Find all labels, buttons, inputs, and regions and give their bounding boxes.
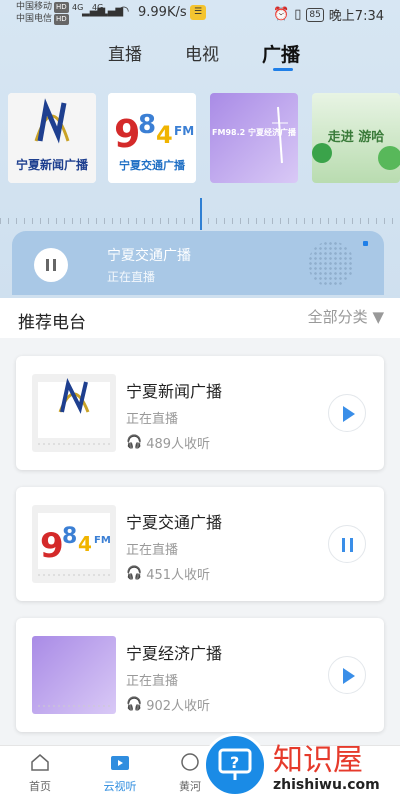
station-card-traffic[interactable]: 9 8 4 FM 宁夏交通广播 正在直播 🎧 451人收听 — [16, 487, 384, 601]
svg-text:9: 9 — [40, 526, 64, 566]
svg-text:?: ? — [230, 753, 239, 772]
station-thumb: 9 8 4 FM — [32, 505, 116, 583]
headphones-icon: 🎧 — [126, 435, 143, 450]
station-status: 正在直播 — [126, 674, 179, 689]
dropdown-icon: ▼ — [372, 308, 384, 326]
filter-label: 全部分类 — [307, 308, 368, 326]
svg-text:9: 9 — [114, 112, 140, 156]
headphones-icon: 🎧 — [126, 697, 143, 712]
carrier-2: 中国电信 — [16, 14, 53, 24]
cover-travel[interactable]: 走进 游哈 — [312, 93, 400, 183]
wifi-icon: ◠ — [118, 4, 130, 19]
station-thumb — [32, 374, 116, 452]
category-tabs: 直播 电视 广播 — [0, 40, 400, 74]
play-button[interactable] — [328, 656, 366, 694]
svg-text:FM: FM — [174, 124, 194, 138]
economy-logo-icon — [38, 705, 110, 707]
listener-count: 902人收听 — [146, 699, 211, 714]
category-filter[interactable]: 全部分类 ▼ — [308, 306, 384, 327]
indicator-dot — [363, 241, 368, 246]
home-icon — [31, 754, 49, 771]
nav-label: 云视听 — [103, 780, 137, 793]
cover-traffic[interactable]: 9 8 4 FM 宁夏交通广播 — [108, 93, 196, 183]
svg-text:8: 8 — [62, 524, 77, 549]
listener-count: 489人收听 — [146, 437, 211, 452]
speaker-icon — [308, 241, 354, 287]
traffic-logo-icon: 9 8 4 FM — [32, 505, 116, 583]
nav-cloud-tv[interactable]: 云视听 — [90, 752, 150, 794]
tab-radio[interactable]: 广播 — [262, 40, 300, 67]
alarm-icon: ⏰ — [273, 7, 290, 22]
pause-icon — [342, 538, 345, 552]
play-button[interactable] — [328, 394, 366, 432]
watermark-url: zhishiwu.com — [273, 777, 380, 793]
cover-label-traffic: 宁夏交通广播 — [119, 159, 185, 172]
svg-text:4: 4 — [78, 532, 92, 556]
nav-label: 首页 — [29, 780, 51, 793]
station-card-news[interactable]: 宁夏新闻广播 正在直播 🎧 489人收听 — [16, 356, 384, 470]
cover-label-economy: FM98.2 宁夏经济广播 — [212, 128, 296, 137]
station-thumb — [32, 636, 116, 714]
hd-badge-1: HD — [54, 2, 69, 13]
cover-economy[interactable]: FM98.2 宁夏经济广播 — [210, 93, 298, 183]
header-area: 中国移动 HD 中国电信 HD 4G ▂▄▆ 4G ▂▄▆ ◠ 9.99K/s ☰ … — [0, 0, 400, 300]
station-name: 宁夏新闻广播 — [126, 382, 223, 401]
tv-icon — [111, 756, 129, 770]
cover-news[interactable]: 宁夏新闻广播 — [8, 93, 96, 183]
app-notification-icon: ☰ — [190, 5, 206, 20]
news-logo-icon — [32, 374, 116, 452]
now-playing-status: 正在直播 — [107, 270, 156, 284]
svg-text:8: 8 — [138, 110, 156, 140]
listener-count: 451人收听 — [146, 568, 211, 583]
play-icon — [343, 406, 355, 422]
frequency-dial[interactable] — [0, 198, 400, 230]
station-name: 宁夏经济广播 — [126, 644, 223, 663]
station-name: 宁夏交通广播 — [126, 513, 223, 532]
play-icon — [343, 668, 355, 684]
cover-label-news: 宁夏新闻广播 — [15, 158, 88, 172]
pause-button[interactable] — [328, 525, 366, 563]
svg-text:FM: FM — [94, 535, 111, 546]
clock: 晚上7:34 — [328, 9, 384, 24]
section-title: 推荐电台 — [18, 313, 86, 333]
recommended-header: 推荐电台 全部分类 ▼ — [0, 298, 400, 338]
tab-tv[interactable]: 电视 — [185, 40, 219, 65]
pause-icon — [46, 259, 49, 271]
headphones-icon: 🎧 — [126, 566, 143, 581]
carrier-1: 中国移动 — [16, 2, 53, 12]
cover-label-travel: 走进 游哈 — [327, 130, 385, 145]
pause-button[interactable] — [34, 248, 68, 282]
network-speed: 9.99K/s — [138, 5, 187, 20]
status-bar: 中国移动 HD 中国电信 HD 4G ▂▄▆ 4G ▂▄▆ ◠ 9.99K/s ☰ … — [0, 0, 400, 28]
station-status: 正在直播 — [126, 543, 179, 558]
watermark: ? 知识屋 zhishiwu.com — [203, 733, 400, 800]
station-carousel[interactable]: 宁夏新闻广播 9 8 4 FM 宁夏交通广播 FM98.2 宁夏经济广播 走进 … — [8, 93, 400, 183]
station-status: 正在直播 — [126, 412, 179, 427]
economy-logo-icon — [272, 106, 288, 164]
active-tab-indicator — [273, 68, 293, 71]
hd-badge-2: HD — [54, 14, 69, 25]
station-card-economy[interactable]: 宁夏经济广播 正在直播 🎧 902人收听 — [16, 618, 384, 732]
news-icon — [181, 753, 199, 771]
watermark-logo-icon: ? — [203, 733, 267, 797]
dial-needle[interactable] — [200, 198, 202, 230]
svg-text:4: 4 — [156, 121, 173, 149]
watermark-text: 知识屋 — [273, 743, 363, 778]
battery-indicator: 85 — [306, 7, 324, 22]
now-playing-bar[interactable]: 宁夏交通广播 正在直播 — [12, 231, 384, 295]
nav-home[interactable]: 首页 — [10, 752, 70, 794]
now-playing-title: 宁夏交通广播 — [107, 248, 191, 264]
tab-live[interactable]: 直播 — [108, 40, 142, 65]
vibrate-icon: ▯ — [294, 7, 302, 22]
